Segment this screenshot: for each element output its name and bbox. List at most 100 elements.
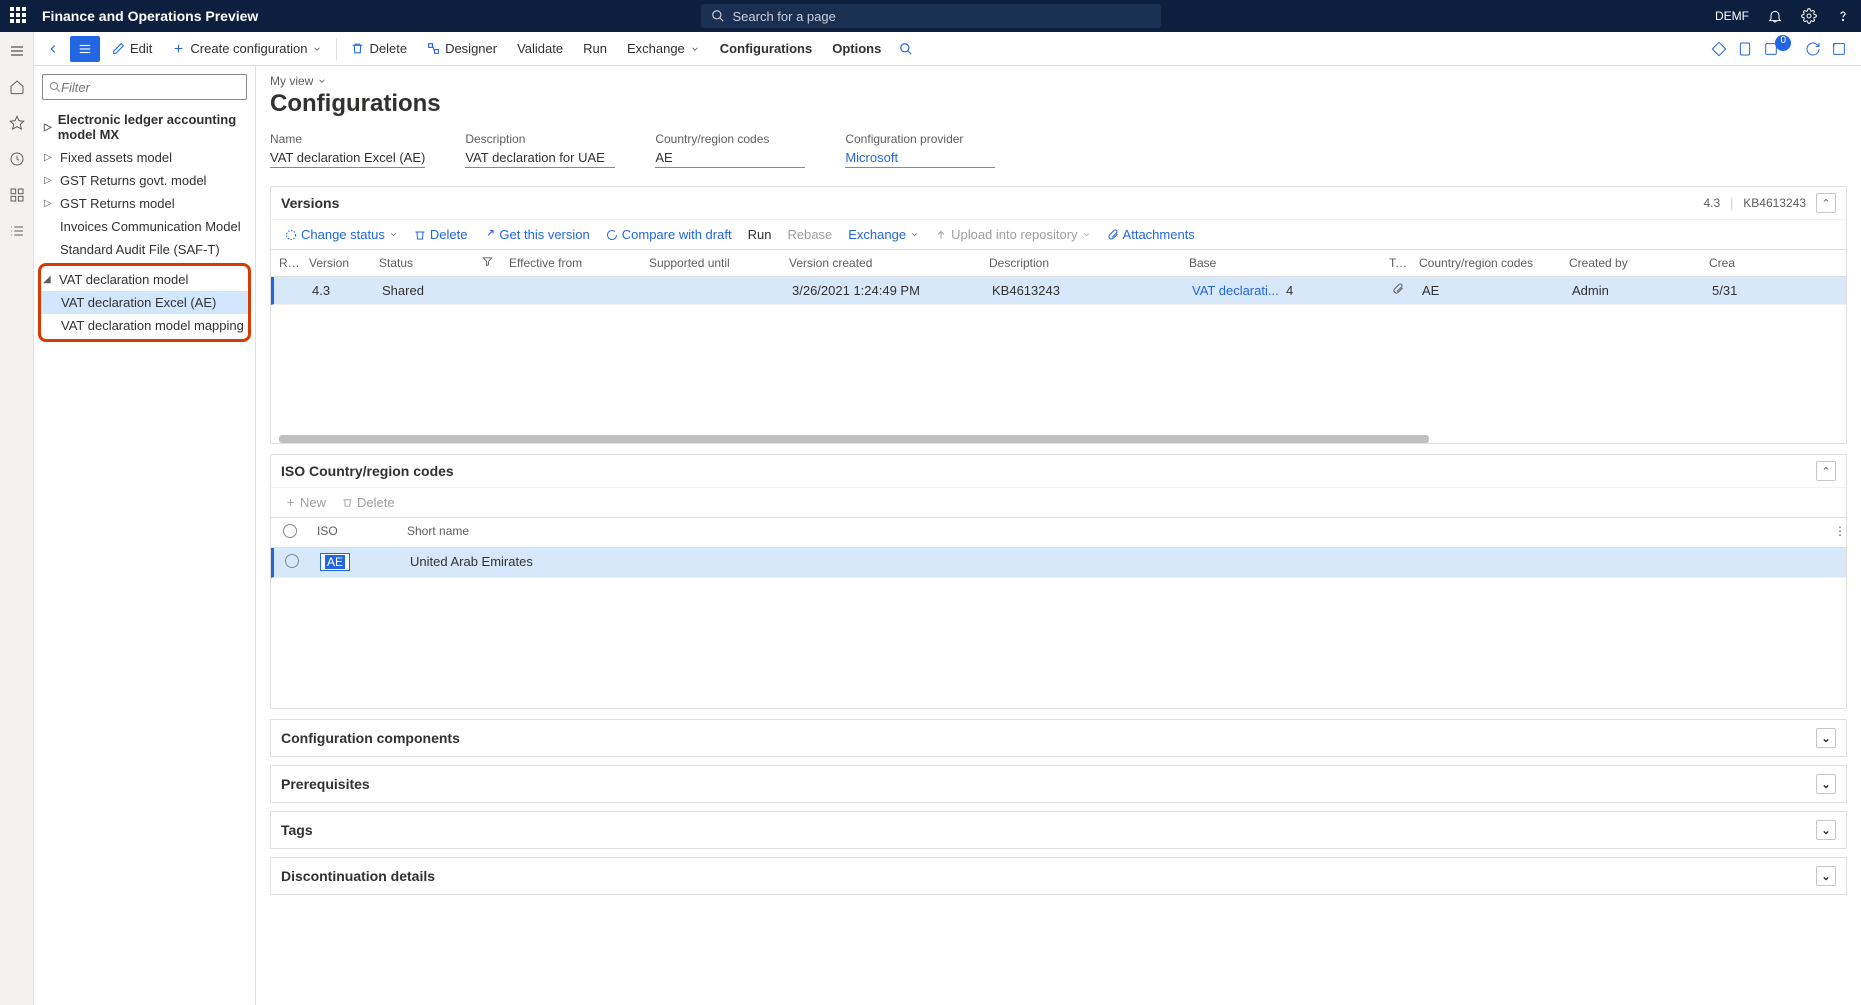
app-title: Finance and Operations Preview bbox=[42, 8, 258, 24]
expand-button[interactable]: ⌄ bbox=[1816, 728, 1836, 748]
workspaces-icon[interactable] bbox=[8, 222, 26, 240]
gear-icon[interactable] bbox=[1801, 8, 1817, 24]
get-version-button[interactable]: Get this version bbox=[477, 224, 595, 245]
col-desc[interactable]: Description bbox=[981, 250, 1181, 276]
col-short[interactable]: Short name bbox=[399, 518, 1826, 547]
tree-item-vat-excel-ae[interactable]: VAT declaration Excel (AE) bbox=[41, 291, 248, 314]
iso-code-input[interactable]: AE bbox=[320, 553, 350, 571]
more-icon[interactable]: ⋮ bbox=[1826, 518, 1846, 547]
collapse-button[interactable]: ⌃ bbox=[1816, 193, 1836, 213]
bell-icon[interactable] bbox=[1767, 8, 1783, 24]
row-radio[interactable] bbox=[285, 554, 299, 568]
components-section[interactable]: Configuration components⌄ bbox=[270, 719, 1847, 757]
tags-section[interactable]: Tags⌄ bbox=[270, 811, 1847, 849]
col-version[interactable]: Version bbox=[301, 250, 371, 276]
diamond-icon[interactable] bbox=[1711, 41, 1727, 57]
star-icon[interactable] bbox=[8, 114, 26, 132]
horizontal-scrollbar[interactable] bbox=[279, 435, 1429, 443]
designer-button[interactable]: Designer bbox=[419, 37, 505, 60]
name-field[interactable]: VAT declaration Excel (AE) bbox=[270, 148, 425, 168]
exchange-button[interactable]: Exchange bbox=[619, 37, 708, 60]
edit-button[interactable]: Edit bbox=[104, 37, 160, 60]
chevron-down-icon bbox=[312, 44, 322, 54]
compare-button[interactable]: Compare with draft bbox=[600, 224, 738, 245]
options-tab[interactable]: Options bbox=[824, 37, 889, 60]
summary-version: 4.3 bbox=[1703, 196, 1720, 210]
configuration-tree-panel: ▷Electronic ledger accounting model MX ▷… bbox=[34, 66, 256, 1005]
region-field[interactable]: AE bbox=[655, 148, 805, 168]
col-status[interactable]: Status bbox=[371, 250, 501, 276]
popout-icon[interactable] bbox=[1831, 41, 1847, 57]
col-iso[interactable]: ISO bbox=[309, 518, 399, 547]
actionbar-search-button[interactable] bbox=[893, 38, 919, 60]
col-base[interactable]: Base bbox=[1181, 250, 1381, 276]
back-button[interactable] bbox=[40, 38, 66, 60]
tree-item-vat-model[interactable]: ◢VAT declaration model bbox=[41, 268, 248, 291]
prerequisites-section[interactable]: Prerequisites⌄ bbox=[270, 765, 1847, 803]
version-run-button[interactable]: Run bbox=[742, 224, 778, 245]
create-configuration-button[interactable]: Create configuration bbox=[164, 37, 330, 60]
tree-item[interactable]: ▷Electronic ledger accounting model MX bbox=[42, 108, 247, 146]
run-button[interactable]: Run bbox=[575, 37, 615, 60]
notification-button[interactable]: 0 bbox=[1763, 41, 1795, 57]
filter-icon[interactable] bbox=[482, 256, 493, 267]
select-all-radio[interactable] bbox=[283, 524, 297, 538]
tree-item[interactable]: ▷GST Returns govt. model bbox=[42, 169, 247, 192]
save-button[interactable] bbox=[70, 36, 100, 62]
col-supp[interactable]: Supported until bbox=[641, 250, 781, 276]
change-status-button[interactable]: Change status bbox=[279, 224, 404, 245]
tree-highlight-box: ◢VAT declaration model VAT declaration E… bbox=[38, 263, 251, 342]
col-created[interactable]: Version created bbox=[781, 250, 981, 276]
company-code[interactable]: DEMF bbox=[1715, 9, 1749, 23]
global-search[interactable]: Search for a page bbox=[701, 4, 1161, 28]
col-by[interactable]: Created by bbox=[1561, 250, 1701, 276]
tree-filter[interactable] bbox=[42, 74, 247, 100]
tree-item[interactable]: Standard Audit File (SAF-T) bbox=[42, 238, 247, 261]
page-title: Configurations bbox=[270, 90, 1847, 118]
collapse-button[interactable]: ⌃ bbox=[1816, 461, 1836, 481]
tree-filter-input[interactable] bbox=[61, 80, 240, 95]
discontinuation-section[interactable]: Discontinuation details⌄ bbox=[270, 857, 1847, 895]
col-re[interactable]: Re... bbox=[271, 250, 301, 276]
expand-button[interactable]: ⌄ bbox=[1816, 820, 1836, 840]
iso-row[interactable]: AE United Arab Emirates bbox=[271, 548, 1846, 578]
expand-button[interactable]: ⌄ bbox=[1816, 774, 1836, 794]
help-icon[interactable] bbox=[1835, 8, 1851, 24]
configurations-tab[interactable]: Configurations bbox=[712, 37, 820, 60]
modules-icon[interactable] bbox=[8, 186, 26, 204]
page-body: My view Configurations NameVAT declarati… bbox=[256, 66, 1861, 1005]
validate-button[interactable]: Validate bbox=[509, 37, 571, 60]
description-field[interactable]: VAT declaration for UAE bbox=[465, 148, 615, 168]
tree-item[interactable]: ▷Fixed assets model bbox=[42, 146, 247, 169]
header-fields: NameVAT declaration Excel (AE) Descripti… bbox=[270, 132, 1847, 168]
section-title: Versions bbox=[281, 195, 339, 211]
tree-item[interactable]: ▷GST Returns model bbox=[42, 192, 247, 215]
version-delete-button[interactable]: Delete bbox=[408, 224, 474, 245]
app-launcher-icon[interactable] bbox=[10, 7, 28, 25]
col-createdon[interactable]: Crea bbox=[1701, 250, 1751, 276]
field-label: Configuration provider bbox=[845, 132, 995, 146]
expand-button[interactable]: ⌄ bbox=[1816, 866, 1836, 886]
paperclip-icon[interactable] bbox=[1392, 283, 1404, 295]
home-icon[interactable] bbox=[8, 78, 26, 96]
view-selector[interactable]: My view bbox=[270, 74, 1847, 88]
refresh-icon[interactable] bbox=[1805, 41, 1821, 57]
versions-grid: Re... Version Status Effective from Supp… bbox=[271, 249, 1846, 443]
attachment-icon[interactable] bbox=[1737, 41, 1753, 57]
provider-field[interactable]: Microsoft bbox=[845, 148, 995, 168]
version-row[interactable]: 4.3 Shared 3/26/2021 1:24:49 PM KB461324… bbox=[271, 277, 1846, 305]
col-eff[interactable]: Effective from bbox=[501, 250, 641, 276]
tree-item[interactable]: Invoices Communication Model bbox=[42, 215, 247, 238]
col-te[interactable]: Te... bbox=[1381, 250, 1411, 276]
version-exchange-button[interactable]: Exchange bbox=[842, 224, 925, 245]
col-region[interactable]: Country/region codes bbox=[1411, 250, 1561, 276]
global-header: Finance and Operations Preview Search fo… bbox=[0, 0, 1861, 32]
tree-item-vat-mapping[interactable]: VAT declaration model mapping bbox=[41, 314, 248, 337]
hamburger-icon[interactable] bbox=[8, 42, 26, 60]
delete-button[interactable]: Delete bbox=[343, 37, 415, 60]
nav-rail bbox=[0, 32, 34, 1005]
search-icon bbox=[711, 9, 725, 23]
search-placeholder: Search for a page bbox=[733, 9, 836, 24]
recent-icon[interactable] bbox=[8, 150, 26, 168]
attachments-button[interactable]: Attachments bbox=[1101, 224, 1201, 245]
